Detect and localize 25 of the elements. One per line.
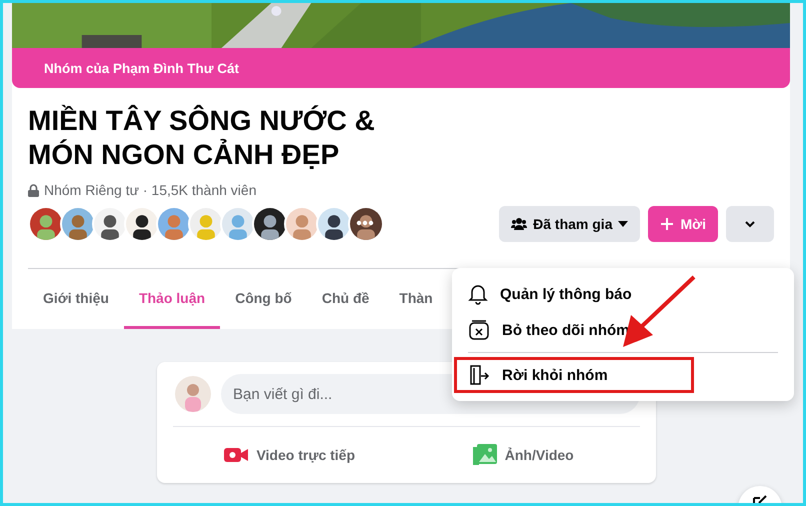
people-icon [511, 217, 528, 231]
invite-button[interactable]: Mời [648, 206, 718, 242]
caret-icon [618, 221, 628, 227]
lock-icon [28, 184, 39, 196]
tab[interactable]: Thảo luận [124, 269, 220, 329]
exit-icon [468, 364, 490, 386]
tab[interactable]: Thàn [384, 269, 448, 329]
joined-button[interactable]: Đã tham gia [499, 206, 640, 242]
chevron-down-icon [744, 220, 756, 228]
group-title: MIỀN TÂY SÔNG NƯỚC & MÓN NGON CẢNH ĐẸP [28, 104, 376, 172]
live-video-button[interactable]: Video trực tiếp [256, 447, 356, 463]
photo-icon [472, 444, 497, 466]
bell-icon [468, 283, 488, 305]
tab[interactable]: Giới thiệu [28, 269, 124, 329]
more-icon[interactable] [356, 220, 374, 226]
group-privacy: Nhóm Riêng tư · 15,5K thành viên [44, 182, 256, 198]
menu-item[interactable]: Quản lý thông báo [454, 276, 694, 312]
group-owner-label: Nhóm của Phạm Đình Thư Cát [44, 60, 240, 76]
tab[interactable]: Công bố [220, 269, 307, 329]
plus-icon [660, 217, 674, 231]
menu-item[interactable]: Rời khỏi nhóm [454, 357, 694, 393]
tab[interactable]: Chủ đề [306, 269, 384, 329]
photo-video-button[interactable]: Ảnh/Video [504, 447, 574, 463]
video-camera-icon [224, 446, 248, 464]
unfollow-icon [468, 319, 490, 341]
